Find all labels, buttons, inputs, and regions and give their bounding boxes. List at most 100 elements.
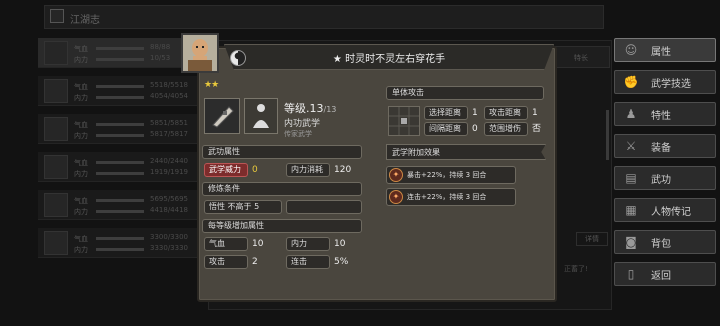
requirement-empty (286, 200, 362, 214)
hp-bar (96, 85, 144, 88)
power-value: 0 (252, 165, 258, 175)
character-row[interactable]: 气血 3300/3300 内力 3330/3330 (38, 228, 206, 258)
hp-value: 2440/2440 (150, 157, 188, 165)
menu-label: 背包 (651, 238, 671, 250)
character-avatar (44, 231, 68, 255)
mp-bar (96, 96, 144, 99)
book-icon: ▤ (625, 171, 637, 185)
menu-label: 武功 (651, 174, 671, 186)
mp-cost-value: 120 (334, 165, 352, 175)
bag-icon: ◙ (625, 235, 637, 249)
journal-icon (50, 9, 64, 23)
hp-label: 气血 (74, 45, 88, 53)
range-grid (388, 106, 420, 136)
character-row[interactable]: 气血 2440/2440 内力 1919/1919 (38, 152, 206, 182)
range-label: 间隔距离 (424, 122, 468, 136)
per-level-header: 每等级增加属性 (202, 219, 362, 233)
character-avatar (44, 155, 68, 179)
menu-button-8[interactable]: ▯ 返回 (614, 262, 716, 286)
hp-label: 气血 (74, 197, 88, 205)
mp-value: 10/53 (150, 54, 171, 62)
per-level-value: 10 (334, 239, 346, 249)
menu-button-1[interactable]: ☺ 属性 (614, 38, 716, 62)
effects-header: 武学附加效果 (392, 148, 440, 157)
mp-value: 5817/5817 (150, 130, 188, 138)
range-label: 选择距离 (424, 106, 468, 120)
yin-yang-icon (230, 50, 246, 66)
hp-label: 气血 (74, 159, 88, 167)
menu-label: 装备 (651, 142, 671, 154)
mp-bar (96, 210, 144, 213)
title-bar (44, 5, 604, 29)
sword-icon: ⚔ (625, 139, 637, 153)
character-avatar (44, 79, 68, 103)
mp-label: 内力 (74, 208, 88, 216)
character-row[interactable]: 气血 5695/5695 内力 4418/4418 (38, 190, 206, 220)
menu-button-4[interactable]: ⚔ 装备 (614, 134, 716, 158)
hp-value: 5695/5695 (150, 195, 188, 203)
mp-bar (96, 58, 144, 61)
skill-scroll-icon (204, 98, 240, 134)
mp-label: 内力 (74, 56, 88, 64)
mp-value: 4054/4054 (150, 92, 188, 100)
scrollbar[interactable] (606, 110, 609, 160)
mp-bar (96, 134, 144, 137)
range-value: 1 (472, 108, 478, 118)
effect-text: 暴击+22%，持续 3 回合 (407, 171, 487, 179)
hp-bar (96, 237, 144, 240)
menu-button-3[interactable]: ♟ 特性 (614, 102, 716, 126)
mp-label: 内力 (74, 132, 88, 140)
character-portrait (181, 33, 219, 73)
hp-value: 88/88 (150, 43, 171, 51)
hp-value: 5851/5851 (150, 119, 188, 127)
mp-value: 1919/1919 (150, 168, 188, 176)
skill-origin: 传家武学 (284, 130, 312, 138)
range-value: 1 (532, 108, 538, 118)
hp-label: 气血 (74, 83, 88, 91)
per-level-value: 10 (252, 239, 264, 249)
menu-button-5[interactable]: ▤ 武功 (614, 166, 716, 190)
skill-name: ★ 时灵时不灵左右穿花手 (332, 54, 446, 65)
mp-bar (96, 172, 144, 175)
footer-text: 正蓄了! (564, 265, 588, 273)
back-icon: ▯ (627, 267, 635, 281)
hp-bar (96, 161, 144, 164)
hp-bar (96, 123, 144, 126)
hp-value: 5518/5518 (150, 81, 188, 89)
menu-button-7[interactable]: ◙ 背包 (614, 230, 716, 254)
character-row[interactable]: 气血 5518/5518 内力 4054/4054 (38, 76, 206, 106)
range-value: 否 (532, 124, 542, 134)
mp-label: 内力 (74, 94, 88, 102)
trait-icon: ♟ (625, 107, 637, 121)
mp-cost-label: 内力消耗 (286, 163, 330, 177)
mp-value: 3330/3330 (150, 244, 188, 252)
attributes-header: 武功属性 (202, 145, 362, 159)
menu-button-2[interactable]: ✊ 武学技选 (614, 70, 716, 94)
per-level-label: 连击 (286, 255, 330, 269)
martial-icon: ✊ (623, 75, 639, 89)
effect-item: ✦ 暴击+22%，持续 3 回合 (386, 166, 516, 184)
buff-icon: ✦ (389, 190, 403, 204)
character-avatar (44, 117, 68, 141)
menu-button-6[interactable]: ▦ 人物传记 (614, 198, 716, 222)
scroll-icon: ▦ (625, 203, 637, 217)
menu-label: 属性 (651, 46, 671, 58)
menu-label: 武学技选 (651, 78, 691, 90)
hp-bar (96, 47, 144, 50)
requirement-item: 悟性 不高于 5 (204, 200, 282, 214)
person-icon: ☺ (624, 43, 638, 57)
mp-value: 4418/4418 (150, 206, 188, 214)
per-level-value: 5% (334, 257, 349, 267)
detail-button[interactable]: 详情 (576, 232, 608, 246)
character-row[interactable]: 气血 5851/5851 内力 5817/5817 (38, 114, 206, 144)
range-label: 攻击距离 (484, 106, 528, 120)
menu-label: 特性 (651, 110, 671, 122)
power-label: 武学威力 (204, 163, 248, 177)
per-level-label: 内力 (286, 237, 330, 251)
hp-label: 气血 (74, 235, 88, 243)
menu-label: 人物传记 (651, 206, 691, 218)
detail-stub: 特长 (552, 46, 610, 68)
meditation-icon (244, 98, 278, 134)
skill-level: 等级.13/13 (284, 102, 337, 115)
mp-label: 内力 (74, 170, 88, 178)
